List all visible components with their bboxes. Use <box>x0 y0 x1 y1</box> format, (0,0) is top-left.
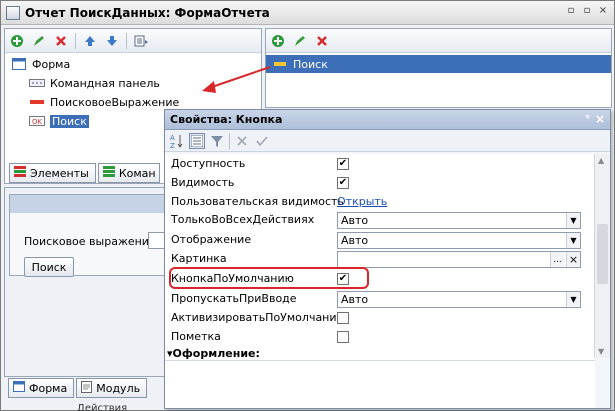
chevron-down-icon[interactable]: ▼ <box>566 213 580 228</box>
property-name-dostupnost: Доступность <box>171 157 246 170</box>
property-name-mark: Пометка <box>171 330 221 343</box>
tab-form[interactable]: Форма <box>8 378 75 398</box>
toolbar-separator <box>75 32 76 49</box>
command-panel-icon <box>29 77 45 89</box>
categorized-view-icon[interactable] <box>189 132 205 149</box>
tree-item-label: Командная панель <box>50 76 160 90</box>
list-menu-icon[interactable] <box>133 33 149 49</box>
tree-item-search[interactable]: OK Поиск <box>29 112 89 130</box>
checkbox-activate-default[interactable] <box>337 312 349 324</box>
form-icon <box>11 58 27 70</box>
group-appearance[interactable]: ▾Оформление: <box>167 347 260 360</box>
sort-alpha-icon[interactable]: AZ <box>169 133 185 149</box>
edit-pencil-icon[interactable] <box>31 33 47 49</box>
tree-item-command-panel[interactable]: Командная панель <box>29 74 160 92</box>
input-field-icon <box>29 96 45 108</box>
commands-tab-icon <box>102 165 115 181</box>
property-name-only-in-all-actions: ТолькоВоВсехДействиях <box>171 213 315 226</box>
tree-item-label: ПоисковоеВыражение <box>50 95 180 109</box>
property-name-activate-default: АктивизироватьПоУмолчанию <box>171 311 346 324</box>
property-name-vidimost: Видимость <box>171 176 235 189</box>
tree-item-label: Форма <box>32 57 71 71</box>
window-titlebar: Отчет ПоискДанных: ФормаОтчета ▫ ▫ × <box>1 1 614 25</box>
properties-window: Свойства: Кнопка ᵠ × AZ Доступность ✔ Ви… <box>164 109 611 409</box>
tab-module[interactable]: Модуль <box>76 378 148 398</box>
scroll-thumb[interactable] <box>597 224 608 284</box>
annotation-arrow <box>202 66 271 93</box>
scroll-down-icon[interactable]: ▼ <box>598 347 604 356</box>
toolbar-separator <box>126 32 127 49</box>
tab-elements[interactable]: Элементы <box>9 163 96 183</box>
toolbar-separator <box>229 132 230 149</box>
checkbox-vidimost[interactable]: ✔ <box>337 177 349 189</box>
form-tab-icon <box>13 381 25 395</box>
maximize-button[interactable]: ▫ <box>580 5 594 19</box>
select-only-in-all-actions[interactable]: Авто ▼ <box>337 212 581 229</box>
filter-icon[interactable] <box>209 133 225 149</box>
property-name-display: Отображение <box>171 233 252 246</box>
move-down-icon[interactable] <box>104 33 120 49</box>
cut-off-label: Действия <box>77 403 128 411</box>
search-button[interactable]: Поиск <box>24 257 74 277</box>
open-link[interactable]: Открыть <box>337 195 387 208</box>
select-skip-on-input[interactable]: Авто ▼ <box>337 291 581 308</box>
commands-pane: Поиск <box>265 28 612 108</box>
elements-tab-icon <box>14 165 26 181</box>
delete-icon[interactable] <box>314 33 330 49</box>
checkbox-dostupnost[interactable]: ✔ <box>337 158 349 170</box>
close-window-button[interactable]: × <box>596 5 610 19</box>
delete-icon[interactable] <box>53 33 69 49</box>
module-tab-icon <box>81 380 93 396</box>
properties-scrollbar[interactable]: ▲ ▼ <box>594 154 610 358</box>
commands-toolbar <box>266 29 611 53</box>
svg-text:OK: OK <box>32 118 43 126</box>
tree-item-form[interactable]: Форма <box>11 55 70 73</box>
properties-header: Свойства: Кнопка ᵠ × <box>165 110 610 130</box>
property-name-picture: Картинка <box>171 252 227 265</box>
checkbox-mark[interactable] <box>337 331 349 343</box>
clear-icon[interactable] <box>234 133 250 149</box>
elements-toolbar <box>5 29 261 53</box>
tree-item-label: Поиск <box>50 114 89 128</box>
window-title: Отчет ПоискДанных: ФормаОтчета <box>25 5 270 20</box>
pin-button[interactable]: ᵠ <box>585 113 590 124</box>
minimize-button[interactable]: ▫ <box>564 5 578 19</box>
form-window-icon <box>6 5 20 20</box>
search-expression-label: Поисковое выражение: <box>24 235 160 248</box>
command-item-search[interactable]: Поиск <box>266 55 611 73</box>
properties-title: Свойства: Кнопка <box>170 113 283 126</box>
edit-pencil-icon[interactable] <box>292 33 308 49</box>
property-grid: Доступность ✔ Видимость ✔ Пользовательск… <box>165 154 595 408</box>
clear-picture-button[interactable]: × <box>566 252 580 267</box>
highlight-annotation <box>169 267 369 289</box>
add-icon[interactable] <box>9 33 25 49</box>
chevron-down-icon[interactable]: ▼ <box>566 233 580 248</box>
svg-text:Z: Z <box>170 142 175 149</box>
group-divider <box>165 360 595 361</box>
elements-tabs: Элементы Коман <box>9 163 160 183</box>
apply-check-icon[interactable] <box>254 133 270 149</box>
property-name-user-visibility: Пользовательская видимость <box>171 195 344 208</box>
add-icon[interactable] <box>270 33 286 49</box>
scroll-up-icon[interactable]: ▲ <box>598 156 604 165</box>
choose-picture-button[interactable]: ... <box>550 252 564 267</box>
svg-text:A: A <box>170 134 175 142</box>
tree-item-search-expression[interactable]: ПоисковоеВыражение <box>29 93 179 111</box>
property-name-skip-on-input: ПропускатьПриВводе <box>171 292 297 305</box>
move-up-icon[interactable] <box>82 33 98 49</box>
picture-field[interactable]: ... × <box>337 251 581 268</box>
command-item-label: Поиск <box>293 57 328 71</box>
properties-close-button[interactable]: × <box>595 112 605 126</box>
bottom-tabs: Форма Модуль <box>8 378 148 398</box>
select-display[interactable]: Авто ▼ <box>337 232 581 249</box>
ok-button-icon: OK <box>29 115 45 127</box>
tab-commands[interactable]: Коман <box>97 163 160 183</box>
properties-toolbar: AZ <box>165 130 610 152</box>
main-window: Отчет ПоискДанных: ФормаОтчета ▫ ▫ × Фор… <box>0 0 615 411</box>
chevron-down-icon[interactable]: ▼ <box>566 292 580 307</box>
